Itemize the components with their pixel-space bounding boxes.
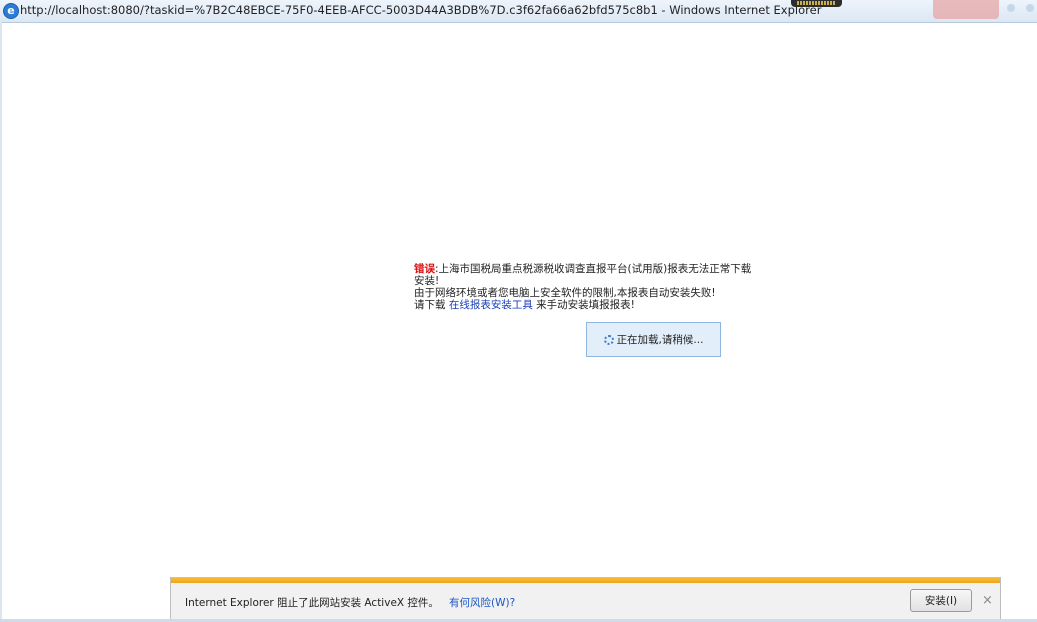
error-message: 上海市国税局重点税源税收调查直报平台(试用版)报表无法正常下载安装! — [414, 263, 752, 287]
download-prefix: 请下载 — [414, 299, 449, 311]
install-tool-link[interactable]: 在线报表安装工具 — [449, 299, 533, 311]
minimize-icon[interactable] — [1007, 4, 1015, 12]
error-label: 错误 — [414, 263, 435, 275]
download-line: 请下载 在线报表安装工具 来手动安装填报报表! — [414, 299, 754, 311]
install-button[interactable]: 安装(I) — [910, 589, 972, 612]
loading-box: 正在加载,请稍候... — [586, 322, 721, 357]
window-title: http://localhost:8080/?taskid=%7B2C48EBC… — [20, 3, 822, 17]
close-icon[interactable]: × — [982, 593, 993, 608]
loading-spinner-icon — [603, 334, 614, 345]
risk-link[interactable]: 有何风险(W)? — [449, 595, 515, 610]
window-titlebar: e http://localhost:8080/?taskid=%7B2C48E… — [0, 0, 1037, 23]
ie-icon: e — [3, 3, 19, 19]
window-left-edge — [0, 22, 2, 622]
notification-strip — [171, 577, 1000, 583]
loading-text: 正在加载,请稍候... — [616, 334, 704, 346]
notification-text: Internet Explorer 阻止了此网站安装 ActiveX 控件。 — [185, 597, 439, 609]
error-message-block: 错误:上海市国税局重点税源税收调查直报平台(试用版)报表无法正常下载安装! 由于… — [414, 263, 754, 311]
reason-line: 由于网络环境或者您电脑上安全软件的限制,本报表自动安装失败! — [414, 287, 716, 299]
activex-notification-bar: Internet Explorer 阻止了此网站安装 ActiveX 控件。 有… — [170, 577, 1001, 622]
taskbar-thumbnail — [791, 0, 842, 7]
download-suffix: 来手动安装填报报表! — [532, 299, 635, 311]
maximize-icon[interactable] — [1026, 4, 1034, 12]
close-window-button[interactable] — [933, 0, 999, 19]
error-line: 错误:上海市国税局重点税源税收调查直报平台(试用版)报表无法正常下载安装! — [414, 263, 754, 287]
